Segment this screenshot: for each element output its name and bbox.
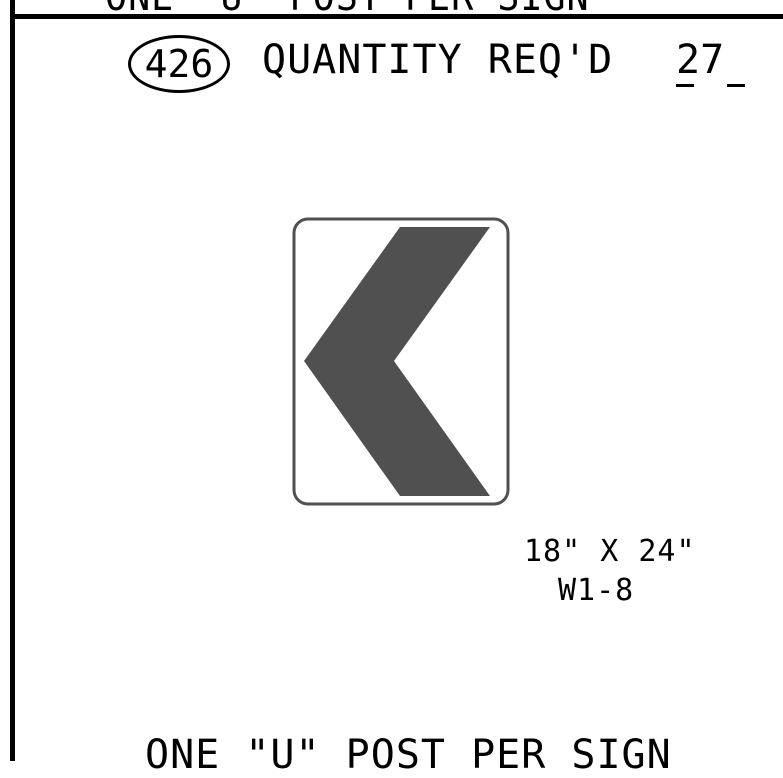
chevron-sign-icon [292, 217, 510, 506]
item-number-circle: 426 [128, 35, 230, 93]
sign-code: W1-8 [558, 573, 635, 608]
sign-size: 18" X 24" [524, 534, 696, 569]
quantity-underline-left [676, 84, 694, 87]
quantity-value: 27 [676, 37, 725, 83]
quantity-label: QUANTITY REQ'D [262, 37, 614, 83]
item-number: 426 [144, 42, 214, 86]
left-border-line [10, 0, 15, 761]
bottom-post-note: ONE "U" POST PER SIGN [145, 732, 672, 778]
quantity-underline-right [727, 84, 745, 87]
top-post-note: ONE "U" POST PER SIGN [105, 0, 590, 20]
